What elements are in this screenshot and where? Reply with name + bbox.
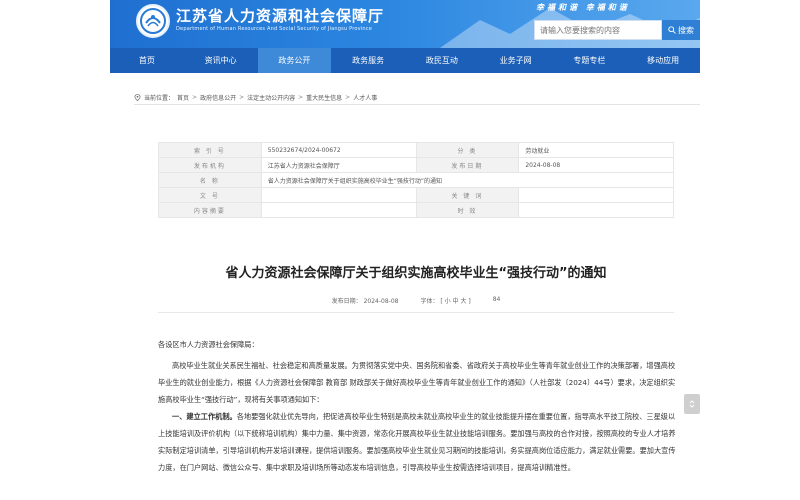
- article-paragraph: 高校毕业生就业关系民生福祉、社会稳定和高质量发展。为贯彻落实党中央、国务院和省委…: [158, 361, 676, 404]
- nav-item-gov-open[interactable]: 政务公开: [257, 48, 332, 73]
- font-size-selector[interactable]: [ 小 中 大 ]: [440, 298, 470, 305]
- publish-date-label: 发布日期：: [331, 298, 362, 305]
- search-button-label: 搜索: [678, 25, 694, 35]
- meta-value-org: 江苏省人力资源社会保障厅: [260, 157, 417, 173]
- meta-value-date: 2024-08-08: [518, 157, 674, 173]
- meta-row: 名 称 省人力资源社会保障厅关于组织实施高校毕业生“强技行动”的通知: [158, 172, 675, 188]
- nav-item-subsites[interactable]: 业务子网: [479, 48, 553, 73]
- breadcrumb-info-open[interactable]: 政府信息公开: [200, 93, 236, 102]
- meta-row: 内容摘要 时 效: [158, 202, 674, 218]
- meta-key-index: 索 引 号: [158, 142, 262, 158]
- emblem-icon: [140, 8, 166, 34]
- meta-key-org: 发布机构: [158, 157, 262, 173]
- article-salutation: 各设区市人力资源社会保障局：: [158, 340, 259, 349]
- font-size-group: 字体： [ 小 中 大 ]: [420, 296, 470, 305]
- nav-item-interaction[interactable]: 政民互动: [405, 48, 479, 73]
- meta-row: 文 号 关 键 词: [158, 187, 674, 203]
- site-title[interactable]: 江苏省人力资源和社会保障厅: [176, 5, 384, 26]
- breadcrumb-talent[interactable]: 人才人事: [353, 93, 377, 102]
- search-button[interactable]: 搜索: [662, 20, 700, 40]
- meta-value-keywords: [518, 187, 674, 203]
- meta-row: 发布机构 江苏省人力资源社会保障厅 发布日期 2024-08-08: [158, 157, 674, 173]
- breadcrumb-separator: >: [345, 94, 351, 101]
- breadcrumb-home[interactable]: 首页: [177, 93, 189, 102]
- meta-value-validity: [518, 202, 674, 218]
- publish-date-group: 发布日期： 2024-08-08: [332, 296, 399, 305]
- section-heading: 一、建立工作机制。: [172, 412, 237, 421]
- scroll-tool-button[interactable]: [684, 394, 700, 414]
- nav-item-home[interactable]: 首页: [110, 48, 184, 73]
- article-section: 一、建立工作机制。各地要强化就业优先导向，把促进高校毕业生特别是高校未就业高校毕…: [158, 408, 678, 476]
- meta-key-validity: 时 效: [415, 202, 520, 218]
- article-body: 各设区市人力资源社会保障局： 高校毕业生就业关系民生福祉、社会稳定和高质量发展。…: [158, 336, 678, 476]
- location-icon: [134, 94, 141, 101]
- arrows-icon: [689, 400, 695, 408]
- breadcrumb-separator: >: [239, 94, 245, 101]
- site-subtitle: Department of Human Resources And Social…: [176, 26, 373, 32]
- article-title: 省人力资源社会保障厅关于组织实施高校毕业生“强技行动”的通知: [225, 266, 607, 281]
- publish-date-value: 2024-08-08: [363, 298, 399, 305]
- view-count: 84: [492, 296, 501, 303]
- breadcrumb: 当前位置： 首页 > 政府信息公开 > 法定主动公开内容 > 重大民生信息 > …: [134, 93, 377, 102]
- breadcrumb-separator: >: [192, 94, 198, 101]
- search-input[interactable]: [534, 20, 662, 40]
- site-slogan: 幸福和谐 幸福和谐: [536, 3, 630, 12]
- meta-value-category: 劳动就业: [518, 142, 674, 158]
- meta-row: 索 引 号 550232674/2024-00672 分 类 劳动就业: [158, 142, 674, 158]
- meta-value-name: 省人力资源社会保障厅关于组织实施高校毕业生“强技行动”的通知: [260, 172, 675, 188]
- main-nav: 首页 资讯中心 政务公开 政务服务 政民互动 业务子网 专题专栏 移动应用: [110, 48, 700, 73]
- meta-key-date: 发布日期: [415, 157, 520, 173]
- search-icon: [668, 26, 676, 34]
- article-info-bar: 发布日期： 2024-08-08 字体： [ 小 中 大 ] 84: [158, 296, 674, 305]
- page: 江苏省人力资源和社会保障厅 Department of Human Resour…: [0, 0, 800, 500]
- nav-item-mobile[interactable]: 移动应用: [626, 48, 700, 73]
- meta-key-keywords: 关 键 词: [415, 187, 520, 203]
- breadcrumb-divider: [134, 104, 700, 105]
- nav-item-gov-service[interactable]: 政务服务: [331, 48, 405, 73]
- site-logo[interactable]: [136, 4, 170, 38]
- meta-key-docno: 文 号: [158, 187, 262, 203]
- breadcrumb-statutory[interactable]: 法定主动公开内容: [247, 93, 295, 102]
- nav-item-topics[interactable]: 专题专栏: [553, 48, 627, 73]
- font-size-label: 字体：: [420, 298, 439, 305]
- meta-key-category: 分 类: [415, 142, 520, 158]
- breadcrumb-separator: >: [298, 94, 304, 101]
- meta-key-summary: 内容摘要: [158, 202, 262, 218]
- section-body: 各地要强化就业优先导向，把促进高校毕业生特别是高校未就业高校毕业生的就业技能提升…: [158, 412, 676, 472]
- meta-value-index: 550232674/2024-00672: [260, 142, 417, 158]
- meta-value-summary: [260, 202, 417, 218]
- breadcrumb-label: 当前位置：: [144, 95, 175, 102]
- article-divider: [158, 312, 674, 313]
- nav-item-news[interactable]: 资讯中心: [184, 48, 258, 73]
- meta-value-docno: [260, 187, 417, 203]
- breadcrumb-livelihood[interactable]: 重大民生信息: [306, 93, 342, 102]
- meta-key-name: 名 称: [158, 172, 262, 188]
- document-meta-table: 索 引 号 550232674/2024-00672 分 类 劳动就业 发布机构…: [158, 142, 675, 218]
